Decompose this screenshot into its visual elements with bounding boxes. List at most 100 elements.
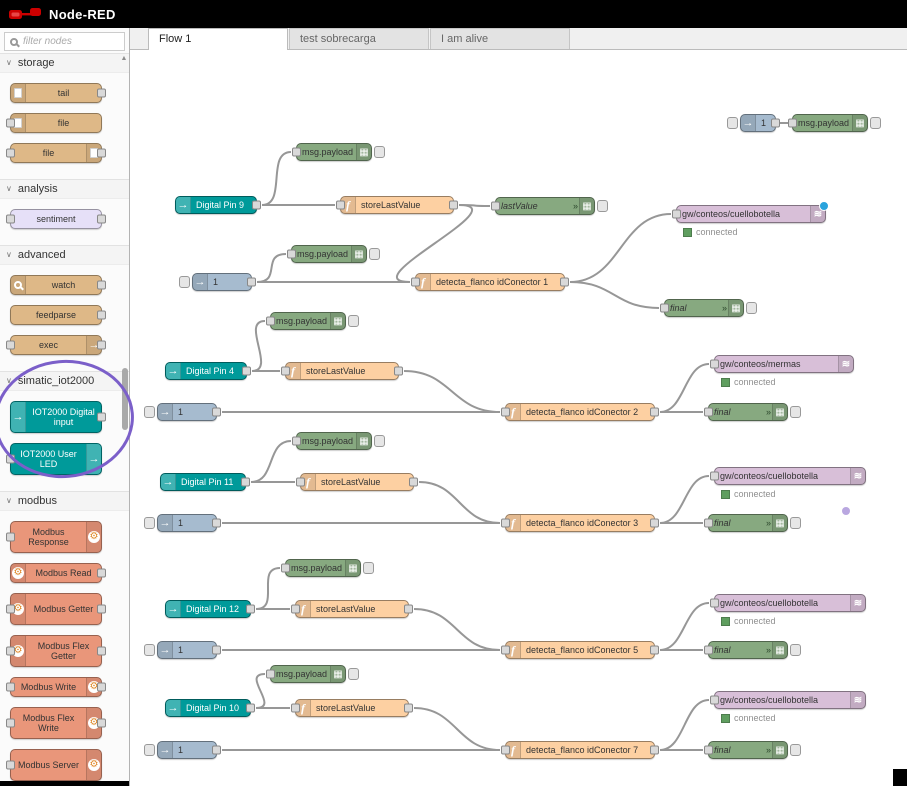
output-port[interactable] [97,311,106,320]
input-port[interactable] [291,704,300,713]
node-1[interactable]: 1 [157,741,217,759]
node-msg-payload[interactable]: msg.payload [270,312,346,330]
node-gw-conteos-cuellobotella[interactable]: gw/conteos/cuellobotellaconnected [714,691,866,709]
output-port[interactable] [404,605,413,614]
output-port[interactable] [97,569,106,578]
output-port[interactable] [404,704,413,713]
wire[interactable] [262,152,291,205]
output-port[interactable] [247,278,256,287]
node-final[interactable]: final [708,514,788,532]
flow-canvas[interactable]: 1msg.payloadmsg.payloadDigital Pin 9stor… [130,50,907,786]
input-port[interactable] [6,215,15,224]
node-msg-payload[interactable]: msg.payload [285,559,361,577]
debug-named-button[interactable] [790,644,801,656]
palette-node-feedparse[interactable]: feedparse [10,305,102,325]
wire[interactable] [257,254,286,282]
palette-node-exec[interactable]: exec [10,335,102,355]
node-final[interactable]: final [708,641,788,659]
wire[interactable] [256,568,280,609]
input-port[interactable] [281,367,290,376]
input-port[interactable] [266,670,275,679]
node-msg-payload[interactable]: msg.payload [291,245,367,263]
palette-category-storage[interactable]: storage [0,53,129,73]
output-port[interactable] [97,341,106,350]
inject-button[interactable] [144,406,155,418]
input-port[interactable] [672,210,681,219]
node-detecta-flanco-idconector-3[interactable]: detecta_flanco idConector 3 [505,514,655,532]
node-1[interactable]: 1 [157,403,217,421]
inject-button[interactable] [144,517,155,529]
debug-named-button[interactable] [790,744,801,756]
wire[interactable] [414,708,500,750]
palette-category-modbus[interactable]: modbus [0,491,129,511]
wire[interactable] [419,482,500,523]
wire[interactable] [660,364,709,412]
input-port[interactable] [6,683,15,692]
palette-node-modbus-flex-getter[interactable]: Modbus Flex Getter [10,635,102,667]
output-port[interactable] [97,647,106,656]
output-port[interactable] [560,278,569,287]
input-port[interactable] [281,564,290,573]
output-port[interactable] [394,367,403,376]
node-final[interactable]: final [664,299,744,317]
output-port[interactable] [97,149,106,158]
debug-button[interactable] [369,248,380,260]
debug-named-button[interactable] [790,406,801,418]
output-port[interactable] [242,367,251,376]
palette-node-modbus-flex-write[interactable]: Modbus Flex Write [10,707,102,739]
palette-node-watch[interactable]: watch [10,275,102,295]
input-port[interactable] [6,719,15,728]
inject-button[interactable] [179,276,190,288]
input-port[interactable] [501,519,510,528]
palette-category-advanced[interactable]: advanced [0,245,129,265]
input-port[interactable] [660,304,669,313]
debug-button[interactable] [348,315,359,327]
node-1[interactable]: 1 [157,641,217,659]
node-gw-conteos-mermas[interactable]: gw/conteos/mermasconnected [714,355,854,373]
palette-node-file[interactable]: file [10,113,102,133]
input-port[interactable] [6,761,15,770]
tab-test-sobrecarga[interactable]: test sobrecarga [289,28,429,49]
node-storelastvalue[interactable]: storeLastValue [295,699,409,717]
output-port[interactable] [650,519,659,528]
node-gw-conteos-cuellobotella[interactable]: gw/conteos/cuellobotellaconnected [676,205,826,223]
palette-node-modbus-getter[interactable]: Modbus Getter [10,593,102,625]
input-port[interactable] [6,149,15,158]
input-port[interactable] [704,408,713,417]
node-digital-pin-11[interactable]: Digital Pin 11 [160,473,246,491]
debug-button[interactable] [363,562,374,574]
tab-flow-1[interactable]: Flow 1 [148,28,288,50]
debug-button[interactable] [870,117,881,129]
palette-node-modbus-response[interactable]: Modbus Response [10,521,102,553]
node-gw-conteos-cuellobotella[interactable]: gw/conteos/cuellobotellaconnected [714,467,866,485]
input-port[interactable] [501,746,510,755]
output-port[interactable] [241,478,250,487]
node-final[interactable]: final [708,741,788,759]
input-port[interactable] [6,605,15,614]
output-port[interactable] [650,646,659,655]
input-port[interactable] [710,599,719,608]
node-1[interactable]: 1 [740,114,776,132]
node-digital-pin-10[interactable]: Digital Pin 10 [165,699,251,717]
node-detecta-flanco-idconector-1[interactable]: detecta_flanco idConector 1 [415,273,565,291]
wire[interactable] [397,205,472,282]
output-port[interactable] [449,201,458,210]
input-port[interactable] [491,202,500,211]
input-port[interactable] [296,478,305,487]
output-port[interactable] [650,746,659,755]
debug-named-button[interactable] [597,200,608,212]
debug-button[interactable] [374,435,385,447]
inject-button[interactable] [144,644,155,656]
palette-node-iot2000-digital-input[interactable]: IOT2000 Digital input [10,401,102,433]
output-port[interactable] [212,408,221,417]
output-port[interactable] [97,683,106,692]
output-port[interactable] [246,605,255,614]
node-lastvalue[interactable]: lastValue [495,197,595,215]
debug-named-button[interactable] [790,517,801,529]
palette-node-modbus-write[interactable]: Modbus Write [10,677,102,697]
node-storelastvalue[interactable]: storeLastValue [300,473,414,491]
input-port[interactable] [287,250,296,259]
wire[interactable] [660,476,709,523]
output-port[interactable] [97,719,106,728]
inject-button[interactable] [727,117,738,129]
